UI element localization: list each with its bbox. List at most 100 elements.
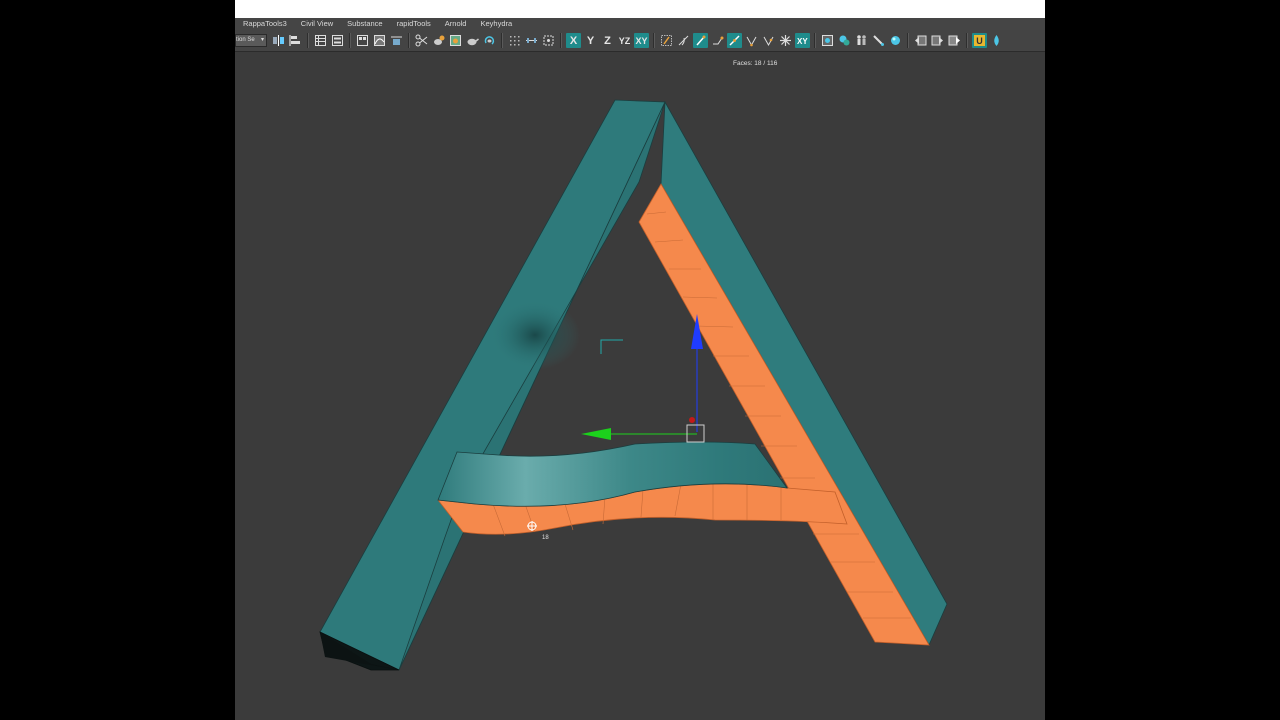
- vertex-snap-icon: [746, 36, 757, 47]
- right-leg-outer-face: [660, 100, 948, 646]
- render-production-button[interactable]: [465, 33, 480, 48]
- pivot-snap-button[interactable]: [778, 33, 793, 48]
- plugin-u-button[interactable]: U: [972, 33, 987, 48]
- gizmo-pivot-dot: [689, 417, 695, 423]
- dashed-box-icon: [543, 35, 554, 46]
- toolbar-separator: [907, 33, 909, 48]
- brush-icon: [873, 35, 884, 46]
- material-editor-button[interactable]: [414, 33, 429, 48]
- transform-gizmo[interactable]: [581, 314, 705, 443]
- left-leg-kink-shadow: [490, 300, 580, 370]
- snap-toggle-button[interactable]: [659, 33, 674, 48]
- refresh-teapot-icon: [484, 36, 495, 45]
- ribbon-toggle-button[interactable]: [355, 33, 370, 48]
- sphere-icon: [891, 36, 900, 45]
- menu-arnold[interactable]: Arnold: [438, 18, 474, 30]
- menu-bar: RappaTools3 Civil View Substance rapidTo…: [235, 18, 1045, 30]
- asterisk-icon: [780, 35, 791, 46]
- forward-button[interactable]: [930, 33, 945, 48]
- populate-button[interactable]: [854, 33, 869, 48]
- layer-explorer-button[interactable]: [330, 33, 345, 48]
- axis-y-button[interactable]: Y: [583, 33, 598, 48]
- toolbar-separator: [307, 33, 309, 48]
- axis-z-button[interactable]: Z: [600, 33, 615, 48]
- schematic-view-button[interactable]: [389, 33, 404, 48]
- teapot-icon: [467, 38, 479, 46]
- main-toolbar: tion Se ▾ X Y Z YZ XY XY U: [235, 30, 1045, 52]
- edge-snap-icon: [729, 35, 740, 46]
- axis-xy-button[interactable]: XY: [634, 33, 649, 48]
- export-arrow-icon: [948, 35, 960, 46]
- spinner-snap-button[interactable]: [710, 33, 725, 48]
- align-button[interactable]: [288, 33, 303, 48]
- midpoint-snap-button[interactable]: [761, 33, 776, 48]
- table-icon: [315, 35, 326, 46]
- align-spacing-button[interactable]: [524, 33, 539, 48]
- angle-snap-button[interactable]: [676, 33, 691, 48]
- letter-a-mesh: [319, 99, 948, 671]
- named-selection-set-dropdown[interactable]: tion Se ▾: [235, 34, 267, 47]
- brush-tool-button[interactable]: [871, 33, 886, 48]
- menu-civil-view[interactable]: Civil View: [294, 18, 340, 30]
- frame-window-icon: [450, 35, 461, 46]
- angle-snap-icon: [678, 35, 689, 46]
- selection-count-label: 18: [542, 535, 549, 541]
- align-icon: [289, 35, 300, 46]
- axis-x-button[interactable]: X: [566, 33, 581, 48]
- named-selection-set-value: tion Se: [236, 37, 255, 43]
- export-button[interactable]: [947, 33, 962, 48]
- sphere-tool-button[interactable]: [888, 33, 903, 48]
- menu-rapidtools[interactable]: rapidTools: [390, 18, 438, 30]
- viewport-icon: [822, 35, 833, 46]
- plugin-water-button[interactable]: [989, 33, 1004, 48]
- back-button[interactable]: [913, 33, 928, 48]
- percent-snap-button[interactable]: [693, 33, 708, 48]
- curve-editor-button[interactable]: [372, 33, 387, 48]
- menu-rappatools3[interactable]: RappaTools3: [235, 18, 294, 30]
- mirror-icon: [273, 35, 284, 46]
- object-paint-button[interactable]: [837, 33, 852, 48]
- menu-keyhydra[interactable]: Keyhydra: [473, 18, 519, 30]
- toolbar-separator: [560, 33, 562, 48]
- rendered-frame-window-button[interactable]: [448, 33, 463, 48]
- svg-text:XY: XY: [797, 37, 808, 46]
- scissors-icon: [415, 34, 428, 47]
- left-leg-inner-face: [398, 101, 666, 671]
- gizmo-plane-indicator: [600, 339, 623, 354]
- right-leg-selected-faces: [638, 183, 930, 646]
- xy-snap-icon: XY: [797, 37, 808, 46]
- max-window: RappaTools3 Civil View Substance rapidTo…: [235, 0, 1045, 720]
- left-leg-front-face: [319, 99, 666, 671]
- vertex-snap-button[interactable]: [744, 33, 759, 48]
- render-setup-button[interactable]: [431, 33, 446, 48]
- edge-snap-button[interactable]: [727, 33, 742, 48]
- svg-text:U: U: [976, 36, 983, 46]
- water-splash-icon: [994, 35, 999, 46]
- paint-blob-icon: [839, 35, 850, 46]
- schematic-icon: [391, 36, 402, 45]
- toolbar-separator: [408, 33, 410, 48]
- chevron-down-icon: ▾: [260, 37, 264, 43]
- viewport-scene: [319, 99, 948, 671]
- curve-editor-icon: [374, 35, 385, 46]
- distribute-icon: [526, 38, 537, 43]
- spinner-snap-icon: [713, 36, 724, 45]
- snap-grid-button[interactable]: [507, 33, 522, 48]
- bounding-box-button[interactable]: [541, 33, 556, 48]
- viewport-config-button[interactable]: [820, 33, 835, 48]
- axis-yz-button[interactable]: YZ: [617, 33, 632, 48]
- axis-constraint-snap-button[interactable]: XY: [795, 33, 810, 48]
- render-iterative-button[interactable]: [482, 33, 497, 48]
- ribbon-icon: [357, 35, 368, 46]
- menu-substance[interactable]: Substance: [340, 18, 389, 30]
- toolbar-separator: [653, 33, 655, 48]
- u-plugin-icon: U: [974, 35, 985, 46]
- grid-dots-icon: [510, 36, 520, 46]
- scene-explorer-button[interactable]: [313, 33, 328, 48]
- magnet-icon: [696, 35, 706, 46]
- face-count-readout: Faces: 18 / 116: [733, 60, 778, 67]
- arrow-left-icon: [915, 35, 927, 46]
- mirror-button[interactable]: [271, 33, 286, 48]
- perspective-viewport[interactable]: Faces: 18 / 116 18: [235, 52, 1045, 720]
- toolbar-separator: [966, 33, 968, 48]
